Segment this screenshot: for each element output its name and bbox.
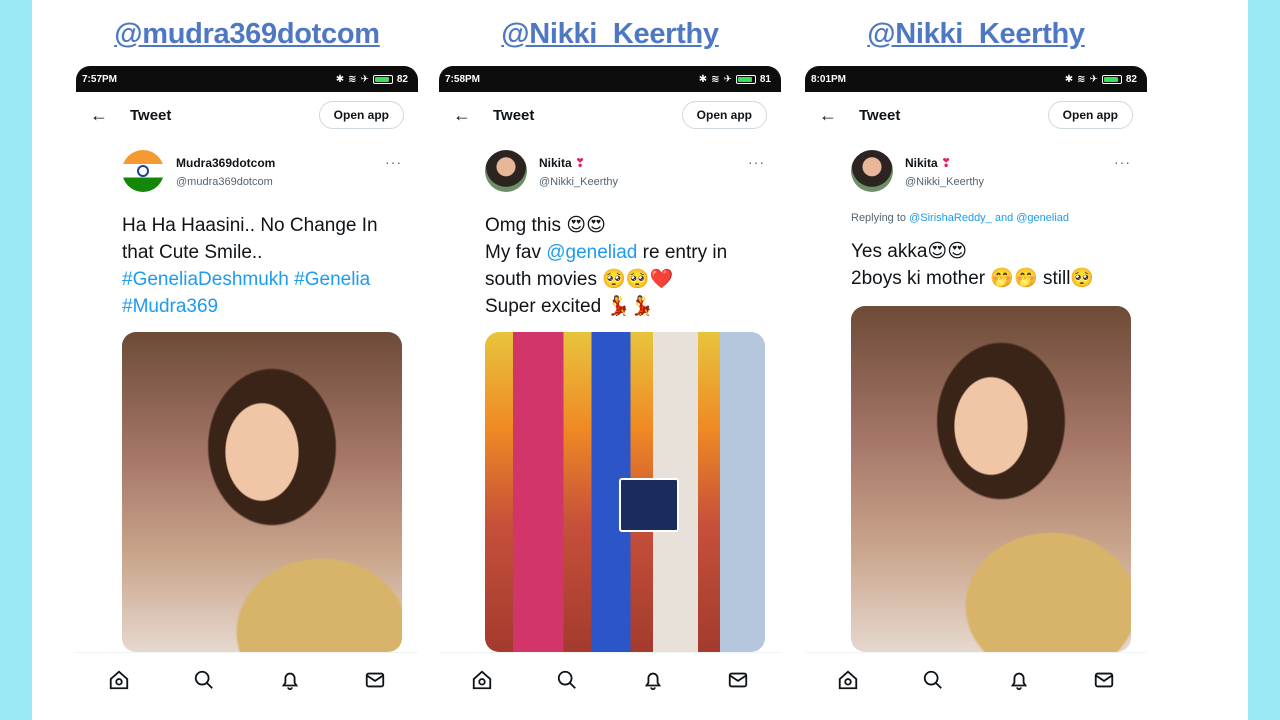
author-handle[interactable]: @mudra369dotcom: [176, 176, 273, 188]
author-handle[interactable]: @Nikki_Keerthy: [905, 176, 984, 188]
tweet-photo[interactable]: [485, 332, 765, 652]
tweet-text: Omg this 😍😍 My fav @geneliad re entry in…: [485, 212, 765, 320]
author-name[interactable]: Mudra369dotcom: [176, 156, 275, 170]
search-icon[interactable]: [191, 667, 217, 693]
battery-icon: [372, 74, 393, 84]
status-bar: 8:01PM ✱ ≋ ✈ 82: [805, 66, 1147, 92]
mail-icon[interactable]: [362, 667, 388, 693]
tweet-topbar: ← Tweet Open app: [76, 92, 418, 138]
airplane-icon: ✈: [1089, 73, 1098, 85]
clapboard-image: [619, 478, 679, 532]
mention-link[interactable]: @geneliad: [546, 242, 637, 263]
tweet-author: Nikita ❣ @Nikki_Keerthy ···: [485, 150, 765, 198]
author-name[interactable]: Nikita ❣: [905, 156, 951, 170]
header-handle-link[interactable]: @Nikki_Keerthy: [805, 18, 1147, 51]
tweet-line: My fav @geneliad re entry in: [485, 239, 765, 266]
author-handle[interactable]: @Nikki_Keerthy: [539, 176, 618, 188]
bottom-nav: [805, 652, 1147, 706]
tweet-line: Ha Ha Haasini.. No Change In: [122, 215, 378, 236]
header-handle-link[interactable]: @mudra369dotcom: [76, 18, 418, 51]
tweet-topbar: ← Tweet Open app: [439, 92, 781, 138]
wifi-icon: ≋: [711, 73, 720, 85]
avatar[interactable]: [851, 150, 893, 192]
back-arrow-icon[interactable]: ←: [90, 105, 130, 126]
replying-mentions[interactable]: @SirishaReddy_ and @geneliad: [909, 212, 1069, 224]
search-icon[interactable]: [554, 667, 580, 693]
avatar[interactable]: [122, 150, 164, 192]
home-icon[interactable]: [835, 667, 861, 693]
status-icons: ✱ ≋ ✈ 81: [699, 74, 771, 85]
airplane-icon: ✈: [723, 73, 732, 85]
heart-icon: ❣: [941, 156, 952, 170]
bluetooth-icon: ✱: [335, 73, 345, 85]
replying-prefix: Replying to: [851, 212, 910, 224]
bell-icon[interactable]: [277, 667, 303, 693]
home-icon[interactable]: [469, 667, 495, 693]
tweet-text: Ha Ha Haasini.. No Change In that Cute S…: [122, 212, 402, 320]
tweet-author: Nikita ❣ @Nikki_Keerthy ···: [851, 150, 1131, 198]
hashtag-line[interactable]: #Mudra369: [122, 293, 402, 320]
airplane-icon: ✈: [360, 73, 369, 85]
tweet-photo[interactable]: [122, 332, 402, 652]
tweet-line: south movies 🥺🥺❤️: [485, 269, 674, 290]
home-icon[interactable]: [106, 667, 132, 693]
tweet-screenshot-3: @Nikki_Keerthy 8:01PM ✱ ≋ ✈ 82 ← Tweet O…: [805, 0, 1147, 720]
battery-icon: [1101, 74, 1122, 84]
open-app-button[interactable]: Open app: [318, 101, 404, 129]
author-name-text: Nikita: [539, 156, 572, 170]
battery-level: 81: [759, 73, 771, 85]
bell-icon[interactable]: [640, 667, 666, 693]
mail-icon[interactable]: [725, 667, 751, 693]
status-bar: 7:57PM ✱ ≋ ✈ 82: [76, 66, 418, 92]
battery-icon: [735, 74, 756, 84]
tweet-topbar: ← Tweet Open app: [805, 92, 1147, 138]
tweet-line: Yes akka😍😍: [851, 241, 968, 262]
search-icon[interactable]: [920, 667, 946, 693]
tweet-author: Mudra369dotcom @mudra369dotcom ···: [122, 150, 402, 198]
topbar-title: Tweet: [130, 106, 172, 124]
tweet-text: Yes akka😍😍 2boys ki mother 🤭🤭 still🥺: [851, 238, 1131, 292]
tweet-photo[interactable]: [851, 306, 1131, 652]
bluetooth-icon: ✱: [1064, 73, 1074, 85]
bottom-nav: [76, 652, 418, 706]
status-icons: ✱ ≋ ✈ 82: [336, 74, 408, 85]
header-handle-link[interactable]: @Nikki_Keerthy: [439, 18, 781, 51]
tweet-screenshot-2: @Nikki_Keerthy 7:58PM ✱ ≋ ✈ 81 ← Tweet O…: [439, 0, 781, 720]
battery-level: 82: [396, 73, 408, 85]
status-time: 7:58PM: [445, 73, 481, 85]
author-name[interactable]: Nikita ❣: [539, 156, 585, 170]
heart-icon: ❣: [575, 156, 586, 170]
back-arrow-icon[interactable]: ←: [453, 105, 493, 126]
tweet-line: Omg this 😍😍: [485, 215, 606, 236]
battery-level: 82: [1125, 73, 1137, 85]
open-app-button[interactable]: Open app: [1047, 101, 1133, 129]
status-bar: 7:58PM ✱ ≋ ✈ 81: [439, 66, 781, 92]
wifi-icon: ≋: [1077, 73, 1086, 85]
tweet-line-part: My fav: [485, 242, 547, 263]
status-icons: ✱ ≋ ✈ 82: [1065, 74, 1137, 85]
bell-icon[interactable]: [1006, 667, 1032, 693]
status-time: 8:01PM: [811, 73, 847, 85]
topbar-title: Tweet: [859, 106, 901, 124]
bottom-nav: [439, 652, 781, 706]
more-options-icon[interactable]: ···: [385, 154, 402, 170]
mail-icon[interactable]: [1091, 667, 1117, 693]
tweet-line: that Cute Smile..: [122, 242, 263, 263]
more-options-icon[interactable]: ···: [748, 154, 765, 170]
open-app-button[interactable]: Open app: [681, 101, 767, 129]
back-arrow-icon[interactable]: ←: [819, 105, 859, 126]
tweet-line: Super excited 💃💃: [485, 296, 654, 317]
tweet-line: 2boys ki mother 🤭🤭 still🥺: [851, 268, 1095, 289]
avatar[interactable]: [485, 150, 527, 192]
replying-to: Replying to @SirishaReddy_ and @geneliad: [851, 212, 1131, 224]
author-name-text: Nikita: [905, 156, 938, 170]
tweet-screenshot-1: @mudra369dotcom 7:57PM ✱ ≋ ✈ 82 ← Tweet …: [76, 0, 418, 720]
hashtag-line[interactable]: #GeneliaDeshmukh #Genelia: [122, 266, 402, 293]
tweet-line-part: re entry in: [637, 242, 728, 263]
wifi-icon: ≋: [348, 73, 357, 85]
more-options-icon[interactable]: ···: [1114, 154, 1131, 170]
status-time: 7:57PM: [82, 73, 118, 85]
bluetooth-icon: ✱: [698, 73, 708, 85]
topbar-title: Tweet: [493, 106, 535, 124]
